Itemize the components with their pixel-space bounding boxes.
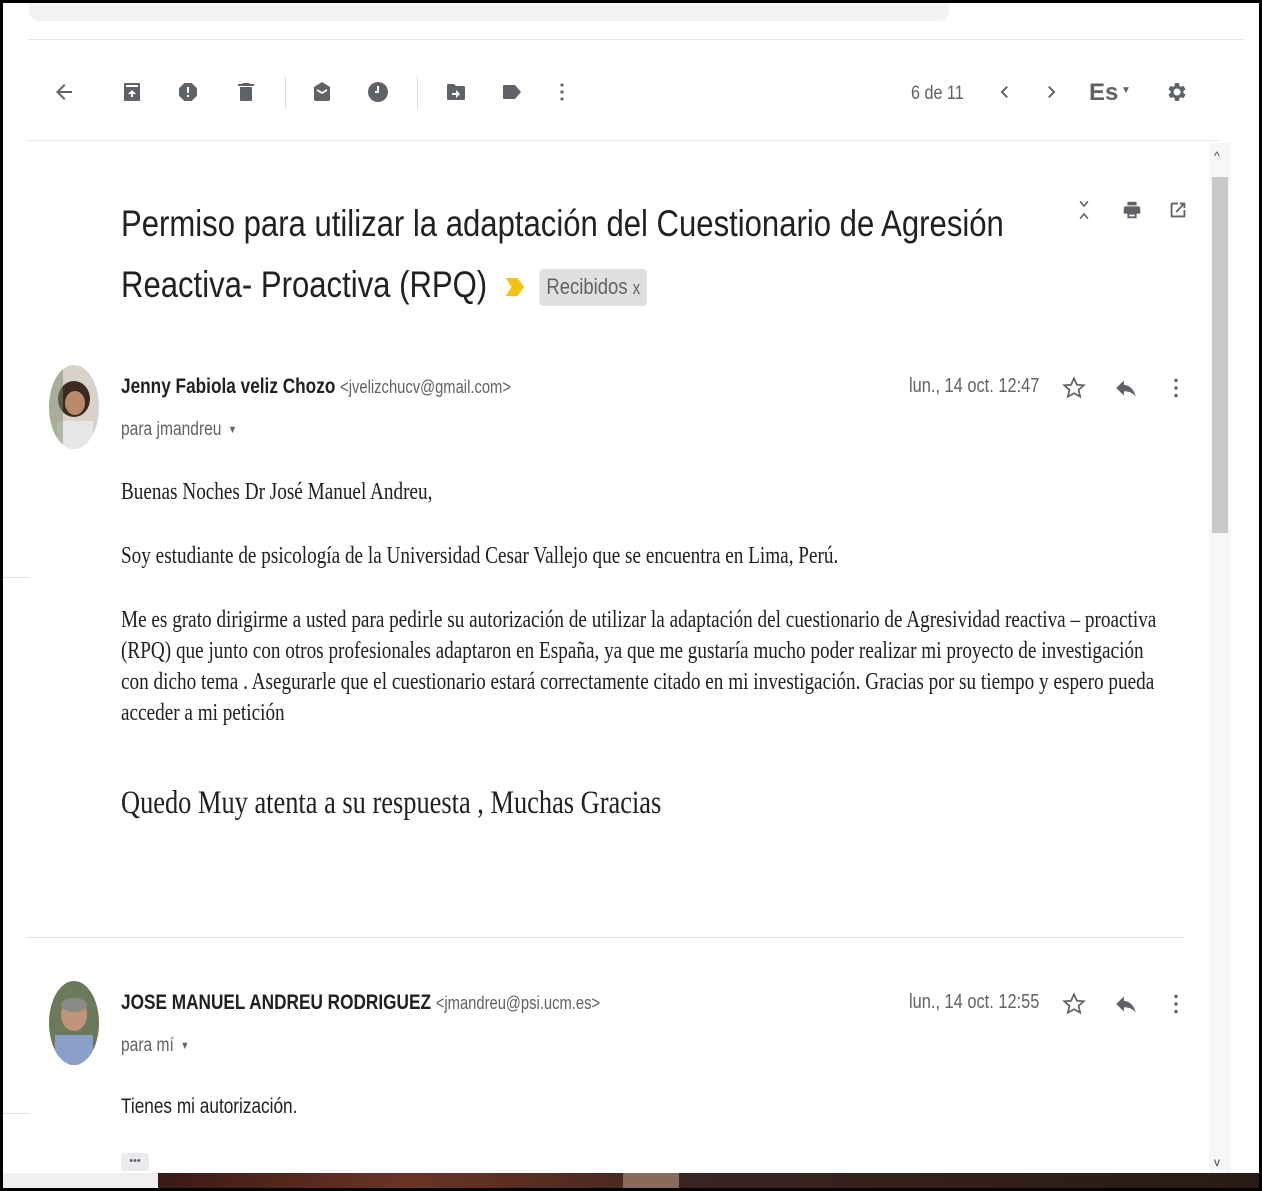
trash-icon[interactable]	[231, 77, 261, 107]
email-subject: Permiso para utilizar la adaptación del …	[121, 193, 1004, 315]
report-spam-icon[interactable]	[173, 77, 203, 107]
closing: Quedo Muy atenta a su respuesta , Muchas…	[121, 785, 662, 821]
divider	[27, 39, 1245, 40]
caret-down-icon[interactable]: ▼	[228, 424, 237, 436]
label-chip-inbox: Recibidos x	[539, 268, 647, 306]
print-icon[interactable]	[1117, 193, 1147, 227]
caret-down-icon[interactable]: ▼	[1121, 85, 1131, 96]
request: Me es grato dirigirme a usted para pedir…	[121, 607, 1157, 726]
caret-down-icon[interactable]: ▼	[180, 1040, 189, 1052]
reply-icon[interactable]	[1111, 373, 1141, 403]
recipient-text: para jmandreu	[121, 419, 222, 440]
open-new-window-icon[interactable]	[1163, 193, 1193, 227]
greeting: Buenas Noches Dr José Manuel Andreu,	[121, 479, 433, 505]
sender-email: <jvelizchucv@gmail.com>	[340, 377, 511, 397]
recipient-line[interactable]: para mí ▼	[121, 1035, 189, 1057]
scroll-thumb[interactable]	[1212, 177, 1228, 533]
show-trimmed-content-button[interactable]: •••	[121, 1153, 149, 1171]
toolbar-divider	[285, 77, 286, 109]
subject-line-1: Permiso para utilizar la adaptación del …	[121, 203, 1004, 244]
mark-unread-icon[interactable]	[307, 77, 337, 107]
chevron-left-icon[interactable]	[989, 77, 1019, 107]
gear-icon[interactable]	[1161, 77, 1191, 107]
archive-icon[interactable]	[117, 77, 147, 107]
sender-name[interactable]: Jenny Fabiola veliz Chozo	[121, 375, 335, 398]
scroll-down-arrow-icon[interactable]: v	[1214, 1155, 1220, 1169]
message-body-paragraph: Soy estudiante de psicología de la Unive…	[121, 543, 1161, 570]
sender-name[interactable]: JOSE MANUEL ANDREU RODRIGUEZ	[121, 991, 431, 1014]
divider	[27, 140, 1219, 141]
label-icon[interactable]	[497, 77, 527, 107]
message-body-paragraph: Me es grato dirigirme a usted para pedir…	[121, 605, 1161, 729]
sender-email: <jmandreu@psi.ucm.es>	[435, 993, 601, 1013]
divider	[3, 1113, 29, 1114]
scroll-up-arrow-icon[interactable]: ^	[1214, 149, 1220, 163]
subject-actions	[1069, 193, 1209, 233]
search-bar-edge[interactable]	[29, 3, 949, 21]
gmail-window: 6 de 11 Es ▼ ^ v Permiso para utilizar l…	[0, 0, 1262, 1191]
more-vert-icon[interactable]	[1161, 373, 1191, 403]
importance-marker-icon[interactable]	[505, 278, 525, 297]
sender-line: JOSE MANUEL ANDREU RODRIGUEZ <jmandreu@p…	[121, 991, 600, 1015]
expand-collapse-icon[interactable]	[1069, 193, 1099, 227]
more-vert-icon[interactable]	[547, 77, 577, 107]
desktop-taskbar	[3, 1173, 1259, 1188]
subject-line-2: Reactiva- Proactiva (RPQ) Recibidos x	[121, 254, 843, 315]
move-to-icon[interactable]	[441, 77, 471, 107]
more-vert-icon[interactable]	[1161, 989, 1191, 1019]
subject-line-2-text: Reactiva- Proactiva (RPQ)	[121, 264, 488, 305]
message-body-paragraph: Buenas Noches Dr José Manuel Andreu,	[121, 479, 1161, 506]
intro: Soy estudiante de psicología de la Unive…	[121, 543, 839, 569]
sender-line: Jenny Fabiola veliz Chozo <jvelizchucv@g…	[121, 375, 511, 399]
message-date: lun., 14 oct. 12:55	[909, 991, 1040, 1013]
avatar[interactable]	[49, 365, 99, 449]
pager-count: 6 de 11	[911, 83, 964, 104]
message-body-text: Tienes mi autorización.	[121, 1095, 298, 1118]
avatar[interactable]	[49, 981, 99, 1065]
clock-icon[interactable]	[363, 77, 393, 107]
divider	[3, 577, 29, 578]
message-date: lun., 14 oct. 12:47	[909, 375, 1040, 397]
arrow-left-icon[interactable]	[49, 77, 79, 107]
star-icon[interactable]	[1059, 373, 1089, 403]
message-divider	[27, 937, 1183, 938]
reply-icon[interactable]	[1111, 989, 1141, 1019]
remove-label-icon[interactable]: x	[633, 278, 641, 298]
star-icon[interactable]	[1059, 989, 1089, 1019]
toolbar-divider	[417, 77, 418, 109]
recipient-text: para mí	[121, 1035, 174, 1056]
message-toolbar: 6 de 11 Es ▼	[3, 63, 1259, 123]
label-chip-text: Recibidos	[546, 273, 628, 299]
input-language-button[interactable]: Es	[1089, 79, 1118, 107]
recipient-line[interactable]: para jmandreu ▼	[121, 419, 237, 441]
chevron-right-icon[interactable]	[1037, 77, 1067, 107]
scrollbar[interactable]: ^ v	[1209, 143, 1231, 1173]
message-body-paragraph: Quedo Muy atenta a su respuesta , Muchas…	[121, 785, 1161, 822]
